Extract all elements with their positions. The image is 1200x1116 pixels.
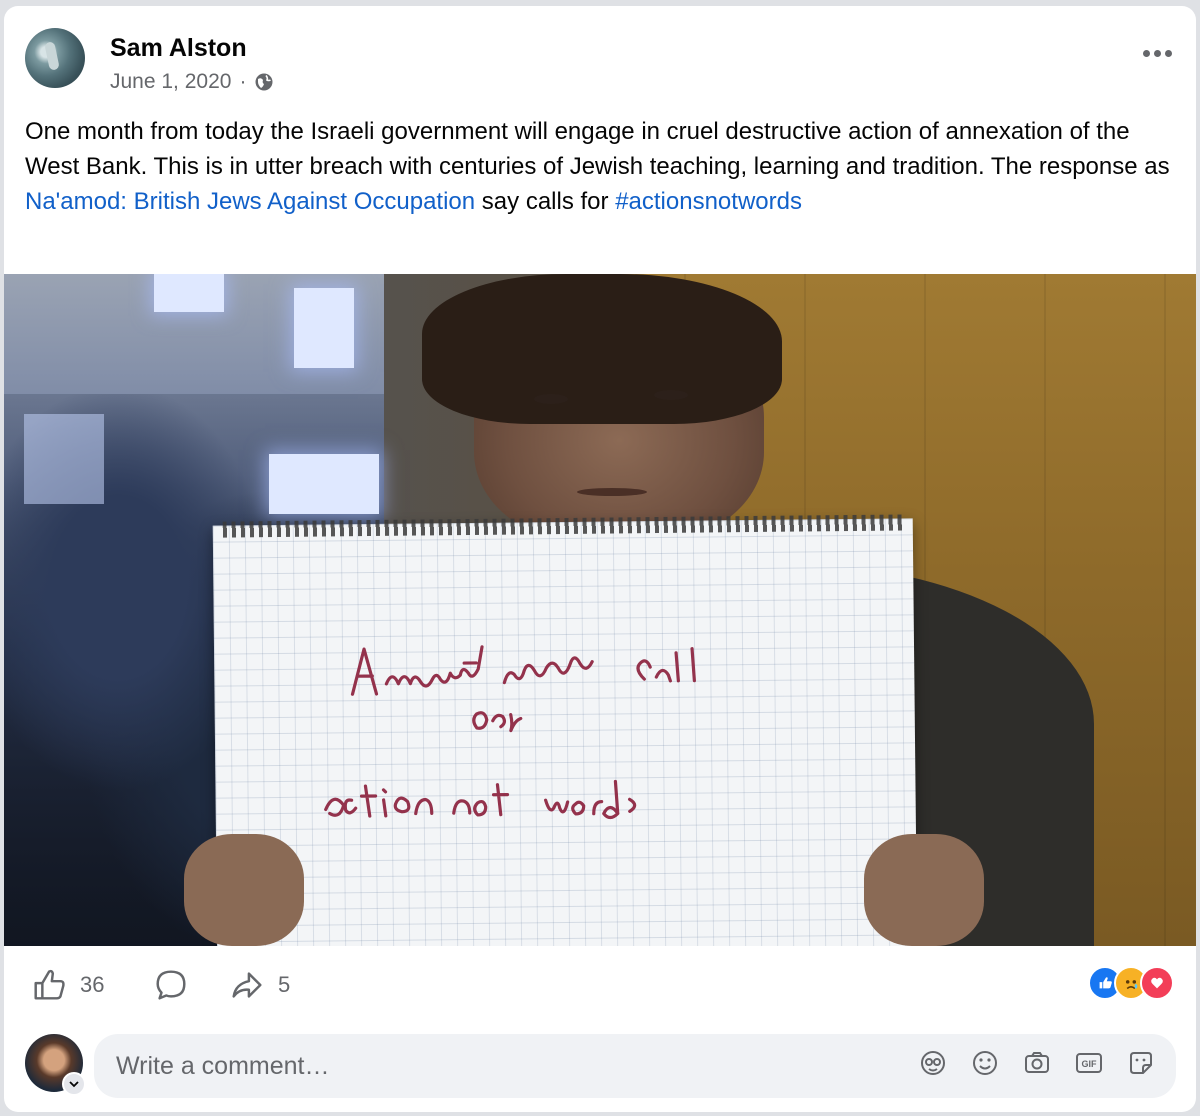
window-pane — [24, 414, 104, 504]
window-pane — [294, 288, 354, 368]
dot — [1154, 50, 1161, 57]
post-card: Sam Alston June 1, 2020 · One month from… — [4, 6, 1196, 1112]
reactions-summary[interactable] — [1088, 966, 1174, 1000]
camera-icon[interactable] — [1022, 1048, 1052, 1078]
handwritten-sign — [212, 514, 918, 946]
post-date[interactable]: June 1, 2020 — [110, 70, 231, 94]
share-count: 5 — [278, 972, 291, 997]
author-name[interactable]: Sam Alston — [110, 34, 247, 63]
comment-input[interactable]: Write a comment… GIF — [94, 1034, 1176, 1098]
comment-placeholder: Write a comment… — [116, 1052, 330, 1080]
share-button[interactable]: 5 — [228, 966, 290, 1004]
window-pane — [154, 274, 224, 312]
love-reaction-icon — [1140, 966, 1174, 1000]
gif-icon[interactable]: GIF — [1074, 1048, 1104, 1078]
comment-icon — [156, 970, 186, 1000]
thumbs-up-icon — [34, 969, 65, 1000]
post-header: Sam Alston June 1, 2020 · — [4, 6, 1196, 112]
share-arrow-icon — [232, 972, 262, 998]
person-hair — [422, 274, 782, 424]
right-hand — [864, 834, 984, 946]
sign-handwriting — [324, 645, 696, 820]
post-meta: June 1, 2020 · — [110, 70, 274, 94]
more-options-button[interactable] — [1143, 50, 1172, 57]
hashtag-link[interactable]: #actionsnotwords — [615, 188, 802, 215]
post-photo[interactable] — [4, 274, 1196, 946]
sticker-icon[interactable] — [1126, 1048, 1156, 1078]
page-link[interactable]: Na'amod: British Jews Against Occupation — [25, 188, 475, 215]
person-mouth — [577, 488, 647, 496]
comment-composer: Write a comment… GIF — [4, 1026, 1196, 1112]
meta-separator: · — [239, 70, 247, 93]
window-pane — [269, 454, 379, 514]
like-count: 36 — [80, 972, 105, 997]
chevron-down-icon[interactable] — [62, 1072, 86, 1096]
avatar-sticker-icon[interactable] — [918, 1048, 948, 1078]
person-eye — [534, 394, 568, 404]
post-body: One month from today the Israeli governm… — [25, 114, 1175, 219]
person-eye — [654, 390, 688, 400]
svg-text:GIF: GIF — [1082, 1059, 1098, 1069]
author-avatar[interactable] — [25, 28, 85, 88]
action-bar: 36 5 — [4, 948, 1196, 1020]
comment-tools: GIF — [918, 1048, 1156, 1078]
comment-button[interactable] — [152, 966, 190, 1004]
like-button[interactable]: 36 — [30, 966, 104, 1004]
emoji-icon[interactable] — [970, 1048, 1000, 1078]
left-hand — [184, 834, 304, 946]
globe-icon[interactable] — [254, 72, 274, 92]
dot — [1165, 50, 1172, 57]
post-text-part2: say calls for — [475, 188, 616, 215]
dot — [1143, 50, 1150, 57]
post-text-part1: One month from today the Israeli governm… — [25, 118, 1170, 180]
